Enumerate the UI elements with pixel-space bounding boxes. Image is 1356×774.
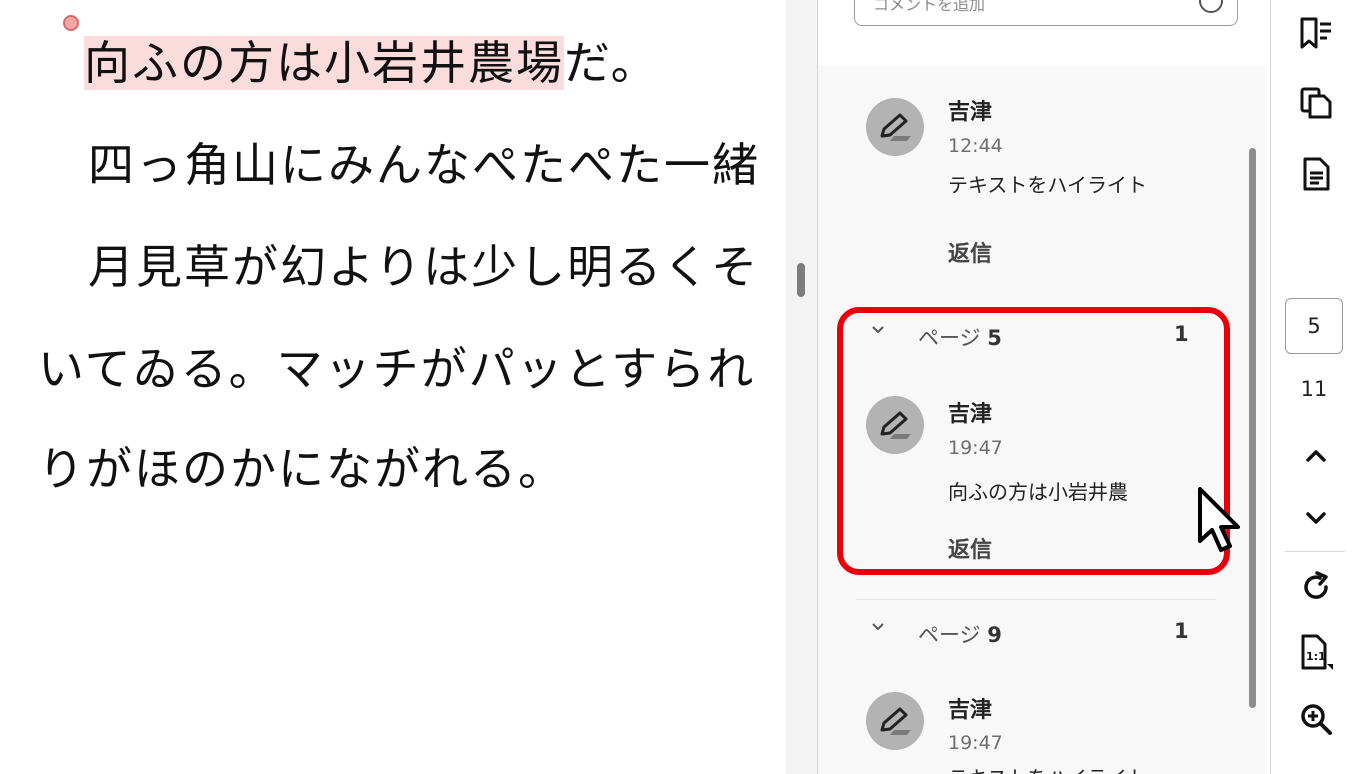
comment-card[interactable]: 吉津 12:44 テキストをハイライト 返信 (838, 90, 1228, 270)
bookmark-list-icon[interactable] (1297, 14, 1335, 52)
avatar (866, 396, 924, 454)
comment-text: テキストをハイライト (948, 173, 1147, 197)
comment-card[interactable]: 吉津 19:47 テキストをハイライト (838, 688, 1228, 774)
rotate-icon[interactable] (1297, 568, 1335, 606)
page-group-header[interactable]: ページ 5 1 (838, 322, 1218, 352)
document-line: りがほのかにながれる。 (38, 442, 566, 496)
group-divider (856, 599, 1216, 600)
chevron-up-icon[interactable] (1297, 437, 1335, 475)
document-line: 向ふの方は小岩井農場だ。 (84, 36, 659, 90)
add-comment-input[interactable]: コメントを追加 (854, 0, 1238, 26)
page-group-label: ページ 9 (918, 623, 1002, 647)
current-page-input[interactable]: 5 (1285, 298, 1343, 354)
page-group-label: ページ 5 (918, 326, 1002, 350)
document-scrollbar-track[interactable] (786, 0, 817, 774)
document-text: だ。 (564, 36, 659, 90)
comment-author: 吉津 (948, 100, 993, 125)
copy-pages-icon[interactable] (1297, 84, 1335, 122)
reply-button[interactable]: 返信 (948, 236, 992, 268)
document-line: 四っ角山にみんなぺたぺた一緒 (88, 138, 760, 192)
document-icon[interactable] (1297, 155, 1335, 193)
comment-card[interactable]: 吉津 19:47 向ふの方は小岩井農 返信 (838, 392, 1228, 564)
comment-list-scrollbar[interactable] (1249, 148, 1256, 708)
comment-author: 吉津 (948, 402, 993, 427)
highlighted-text[interactable]: 向ふの方は小岩井農場 (84, 36, 564, 90)
chevron-down-icon[interactable] (872, 324, 884, 336)
document-line: 月見草が幻よりは少し明るくそ (88, 240, 760, 294)
reply-button[interactable]: 返信 (948, 532, 992, 564)
total-pages: 11 (1300, 377, 1328, 401)
comment-text: テキストをハイライト (948, 762, 1147, 774)
zoom-in-icon[interactable] (1297, 700, 1335, 738)
mention-icon[interactable] (1199, 0, 1223, 13)
svg-text:1:1: 1:1 (1306, 650, 1326, 663)
mouse-cursor-icon (1198, 487, 1240, 552)
avatar (866, 98, 924, 156)
comment-time: 12:44 (948, 135, 1003, 157)
page-group-count: 1 (1174, 322, 1189, 346)
comment-marker-icon[interactable] (63, 15, 79, 31)
pen-icon (880, 411, 911, 439)
page-group-header[interactable]: ページ 9 1 (838, 619, 1218, 649)
comment-text: 向ふの方は小岩井農 (948, 480, 1128, 504)
page-group-count: 1 (1174, 619, 1189, 643)
comment-author: 吉津 (948, 698, 993, 723)
chevron-down-icon[interactable] (1297, 499, 1335, 537)
chevron-down-icon[interactable] (872, 621, 884, 633)
toolbar-section-divider (1285, 551, 1345, 552)
comment-time: 19:47 (948, 437, 1003, 459)
pen-icon (880, 707, 911, 735)
document-line: いてゐる。マッチがパッとすられ (38, 342, 756, 396)
document-view[interactable]: 向ふの方は小岩井農場だ。 四っ角山にみんなぺたぺた一緒 月見草が幻よりは少し明る… (0, 0, 786, 774)
document-scrollbar-thumb[interactable] (797, 263, 805, 297)
pen-icon (880, 113, 911, 141)
comment-input-placeholder: コメントを追加 (873, 0, 986, 14)
comment-time: 19:47 (948, 732, 1003, 754)
avatar (866, 692, 924, 750)
actual-size-icon[interactable]: 1:1 (1297, 634, 1335, 672)
